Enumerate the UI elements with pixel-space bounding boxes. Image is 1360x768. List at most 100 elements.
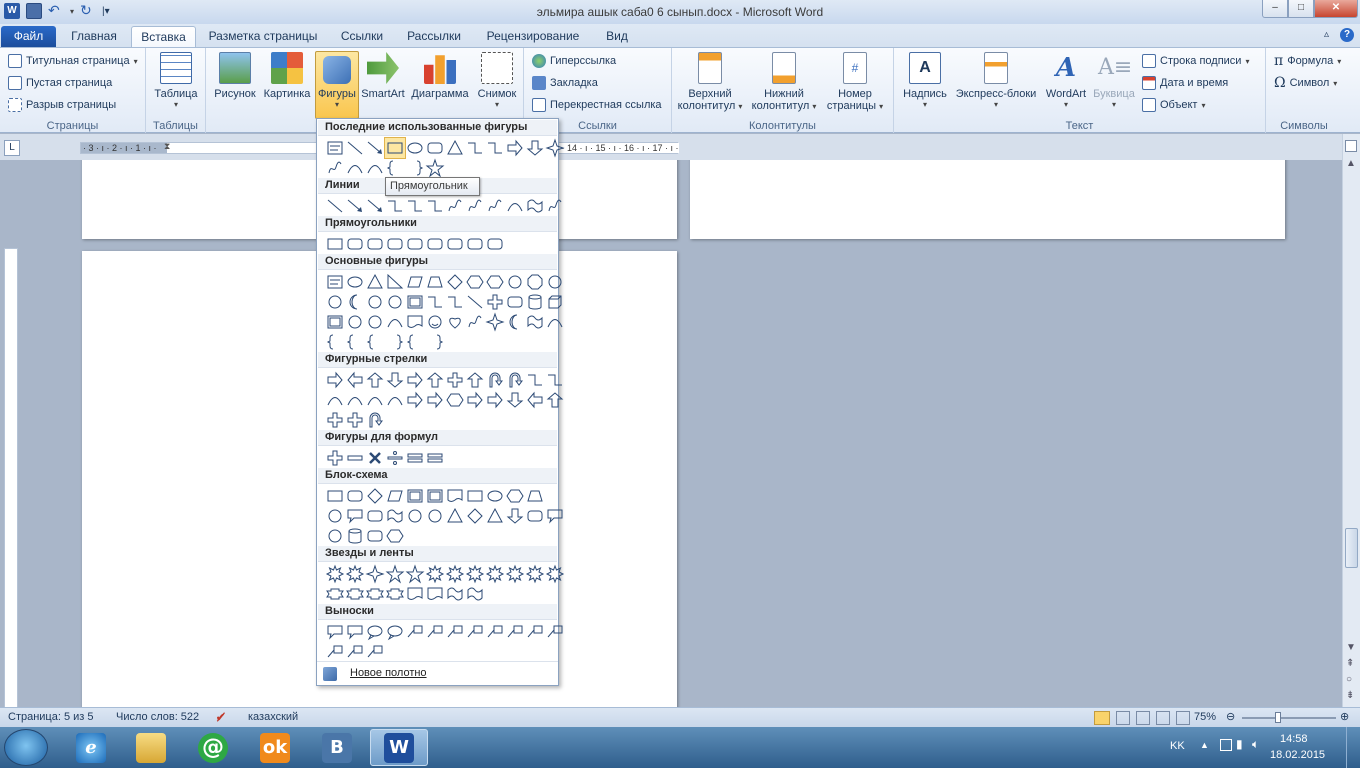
shape-linecallout-icon[interactable]: [525, 622, 545, 642]
shape-circle-icon[interactable]: [365, 292, 385, 312]
shape-times-icon[interactable]: [365, 448, 385, 468]
shape-burst-icon[interactable]: [345, 564, 365, 584]
shape-wave-icon[interactable]: [385, 506, 405, 526]
shape-equal-icon[interactable]: [425, 448, 445, 468]
shape-tri-icon[interactable]: [445, 506, 465, 526]
shape-linecallout-icon[interactable]: [505, 622, 525, 642]
volume-icon[interactable]: 🔈︎: [1252, 737, 1259, 752]
shape-scribble-icon[interactable]: [545, 196, 565, 216]
shape-plus-icon[interactable]: [445, 370, 465, 390]
shape-plus-icon[interactable]: [325, 410, 345, 430]
tab-view[interactable]: Вид: [598, 26, 636, 47]
proofing-icon[interactable]: ✔̸: [216, 711, 225, 724]
shape-star4-icon[interactable]: [485, 312, 505, 332]
web-layout-view-icon[interactable]: [1136, 711, 1150, 725]
scroll-up-icon[interactable]: ▲: [1346, 158, 1356, 169]
previous-page-icon[interactable]: ⇞: [1346, 658, 1354, 669]
vertical-scrollbar[interactable]: ▲ ▼ ⇞ ○ ⇟: [1342, 134, 1360, 707]
shape-frame-icon[interactable]: [405, 292, 425, 312]
tab-review[interactable]: Рецензирование: [477, 26, 589, 47]
shape-elbow-icon[interactable]: [385, 196, 405, 216]
footer-button[interactable]: Нижний колонтитул ▾: [750, 52, 818, 112]
shape-brace-icon[interactable]: [365, 332, 385, 352]
shape-circle-icon[interactable]: [325, 526, 345, 546]
shape-rrect-icon[interactable]: [345, 486, 365, 506]
screenshot-button[interactable]: Снимок ▾: [474, 52, 520, 109]
shape-diamond-icon[interactable]: [465, 506, 485, 526]
shape-line-icon[interactable]: [325, 196, 345, 216]
shape-rect-icon[interactable]: [465, 486, 485, 506]
shape-textbox-icon[interactable]: [325, 138, 345, 158]
tab-selector[interactable]: L: [4, 140, 20, 156]
shape-star4-icon[interactable]: [545, 138, 565, 158]
shape-linecallout-icon[interactable]: [465, 622, 485, 642]
shape-curve-icon[interactable]: [365, 158, 385, 178]
shape-hex-icon[interactable]: [485, 272, 505, 292]
shape-rrect-icon[interactable]: [345, 234, 365, 254]
shape-burst-icon[interactable]: [445, 564, 465, 584]
shape-trap-icon[interactable]: [525, 486, 545, 506]
shape-rrect-icon[interactable]: [405, 234, 425, 254]
shape-linecallout-icon[interactable]: [445, 622, 465, 642]
shape-hex-icon[interactable]: [385, 526, 405, 546]
indent-marker-icon[interactable]: ⧗: [164, 141, 170, 152]
shape-tri-icon[interactable]: [485, 506, 505, 526]
outline-view-icon[interactable]: [1156, 711, 1170, 725]
ruler-toggle-icon[interactable]: [1345, 140, 1357, 152]
clock-date[interactable]: 18.02.2015: [1270, 749, 1325, 761]
shape-scribble-icon[interactable]: [465, 196, 485, 216]
shape-hex-icon[interactable]: [465, 272, 485, 292]
shape-can-icon[interactable]: [345, 526, 365, 546]
zoom-slider[interactable]: [1242, 717, 1336, 719]
shape-plus-icon[interactable]: [345, 410, 365, 430]
shape-tri-icon[interactable]: [365, 272, 385, 292]
shape-star5-icon[interactable]: [385, 564, 405, 584]
language-indicator[interactable]: казахский: [248, 711, 298, 723]
shape-cube-icon[interactable]: [545, 292, 565, 312]
picture-button[interactable]: Рисунок: [212, 52, 258, 100]
keyboard-language[interactable]: KK: [1170, 740, 1185, 752]
shape-rbrace-icon[interactable]: [405, 158, 425, 178]
shape-rrect-icon[interactable]: [505, 292, 525, 312]
shape-textbox-icon[interactable]: [325, 272, 345, 292]
shape-elbow-icon[interactable]: [425, 292, 445, 312]
shapes-gallery[interactable]: Последние использованные фигуры Линии Пр…: [316, 118, 565, 686]
taskbar-ie[interactable]: e: [62, 729, 120, 766]
header-button[interactable]: Верхний колонтитул ▾: [676, 52, 744, 112]
shape-larrow-icon[interactable]: [525, 390, 545, 410]
shape-curve-icon[interactable]: [365, 390, 385, 410]
page-count[interactable]: Страница: 5 из 5: [8, 711, 94, 723]
shape-larrow-icon[interactable]: [345, 370, 365, 390]
shape-circle-icon[interactable]: [345, 312, 365, 332]
shape-brace-icon[interactable]: [325, 332, 345, 352]
taskbar-explorer[interactable]: [122, 729, 180, 766]
taskbar-vk[interactable]: B: [308, 729, 366, 766]
shape-burst-icon[interactable]: [505, 564, 525, 584]
wordart-button[interactable]: A WordArt ▾: [1040, 52, 1092, 109]
shape-heart-icon[interactable]: [445, 312, 465, 332]
shape-tri-icon[interactable]: [445, 138, 465, 158]
shape-burst-icon[interactable]: [545, 564, 565, 584]
shape-curve-icon[interactable]: [385, 312, 405, 332]
shape-wave-icon[interactable]: [465, 584, 485, 604]
shape-curve-icon[interactable]: [545, 312, 565, 332]
shape-rrect-icon[interactable]: [445, 234, 465, 254]
page-number-button[interactable]: # Номер страницы ▾: [822, 52, 888, 112]
textbox-button[interactable]: A Надпись ▾: [900, 52, 950, 109]
bookmark-button[interactable]: Закладка: [532, 73, 598, 93]
symbol-button[interactable]: Ω Символ ▾: [1274, 73, 1337, 93]
document-area[interactable]: [22, 160, 1338, 707]
tab-mailings[interactable]: Рассылки: [400, 26, 468, 47]
taskbar-mail[interactable]: @: [184, 729, 242, 766]
shape-rrect-icon[interactable]: [425, 234, 445, 254]
shape-star5-icon[interactable]: [425, 158, 445, 178]
shape-circle-icon[interactable]: [385, 292, 405, 312]
shape-scribble-icon[interactable]: [465, 312, 485, 332]
shape-rect-icon[interactable]: [325, 234, 345, 254]
object-button[interactable]: Объект ▾: [1142, 95, 1205, 115]
minimize-button[interactable]: –: [1262, 0, 1288, 18]
blank-page-button[interactable]: Пустая страница: [8, 73, 112, 93]
shape-burst-icon[interactable]: [485, 564, 505, 584]
shape-moon-icon[interactable]: [345, 292, 365, 312]
shape-callout-icon[interactable]: [345, 622, 365, 642]
